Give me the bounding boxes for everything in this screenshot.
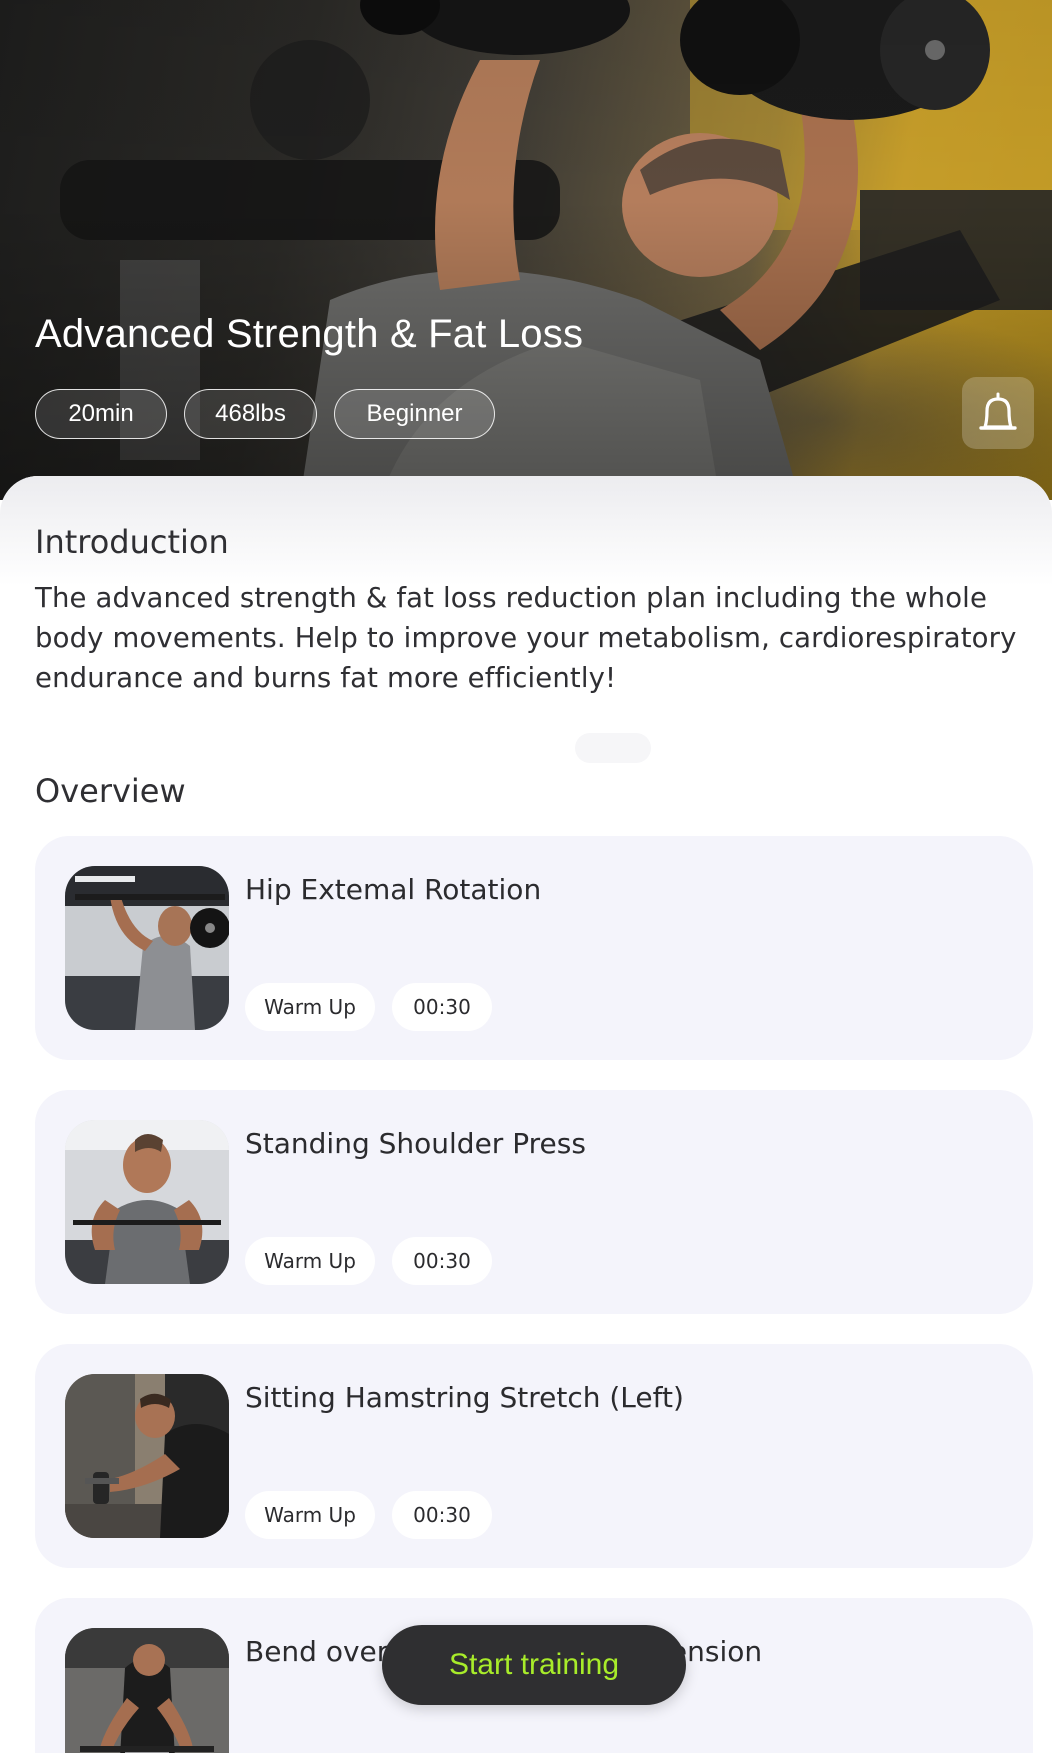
hero-banner: Advanced Strength & Fat Loss 20min 468lb… [0,0,1052,500]
exercise-thumbnail [65,1374,229,1538]
bell-button[interactable] [962,377,1034,449]
exercise-thumbnail [65,1628,229,1753]
exercise-card[interactable]: Standing Shoulder Press Warm Up 00:30 [35,1090,1033,1314]
exercise-name: Sitting Hamstring Stretch (Left) [245,1381,684,1414]
exercise-card[interactable]: Sitting Hamstring Stretch (Left) Warm Up… [35,1344,1033,1568]
exercise-category-tag: Warm Up [245,1491,375,1539]
exercise-name: Hip Extemal Rotation [245,873,542,906]
bell-icon [979,392,1017,430]
exercise-duration-tag: 00:30 [392,983,492,1031]
plan-title: Advanced Strength & Fat Loss [35,312,584,356]
introduction-heading: Introduction [35,523,229,561]
exercise-card[interactable]: Hip Extemal Rotation Warm Up 00:30 [35,836,1033,1060]
exercise-thumbnail [65,866,229,1030]
exercise-category-tag: Warm Up [245,983,375,1031]
exercise-thumbnail [65,1120,229,1284]
duration-chip: 20min [35,389,167,439]
level-chip: Beginner [334,389,495,439]
overview-heading: Overview [35,772,186,810]
exercise-duration-tag: 00:30 [392,1237,492,1285]
introduction-text: The advanced strength & fat loss reducti… [35,582,1017,694]
start-training-button[interactable]: Start training [382,1625,686,1705]
exercise-category-tag: Warm Up [245,1237,375,1285]
drag-handle[interactable] [575,733,651,763]
weight-chip: 468lbs [184,389,317,439]
exercise-name: Standing Shoulder Press [245,1127,586,1160]
exercise-duration-tag: 00:30 [392,1491,492,1539]
